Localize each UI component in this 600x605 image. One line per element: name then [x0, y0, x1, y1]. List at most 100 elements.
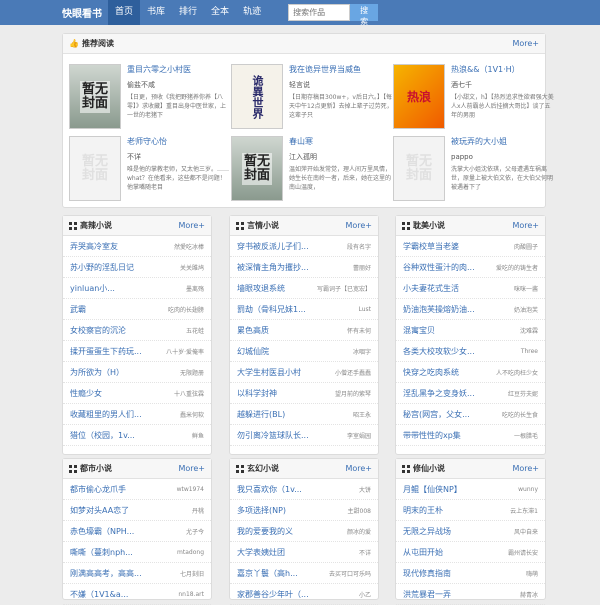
book-title-link[interactable]: 我在诡异世界当威鱼: [289, 64, 393, 76]
list-item: 我的爱要我的义 颜冰的爱: [230, 521, 378, 542]
book-link[interactable]: 嘶嘶（蔓刺nph...: [70, 547, 133, 558]
book-cover-image[interactable]: 诡異世界: [231, 64, 283, 129]
book-link[interactable]: 家郡善谷少年叶（...: [237, 589, 309, 600]
book-link[interactable]: 为所欲为（H）: [70, 367, 124, 378]
list-item: 我只喜欢你（1v... 大饼: [230, 479, 378, 500]
book-cover-image[interactable]: 热浪: [393, 64, 445, 129]
book-link[interactable]: 带带性性的xp集: [403, 430, 461, 441]
book-link[interactable]: 女校察官的沉沦: [70, 325, 126, 336]
book-link[interactable]: 谷种双性蛋汁的肉...: [403, 262, 475, 273]
book-link[interactable]: 武霸: [70, 304, 86, 315]
book-link[interactable]: 多项选择(NP): [237, 505, 286, 516]
book-link[interactable]: 我的爱要我的义: [237, 526, 293, 537]
search-button[interactable]: 搜 索: [350, 4, 379, 26]
book-link[interactable]: 累色高质: [237, 325, 269, 336]
book-link[interactable]: 现代修真指南: [403, 568, 451, 579]
book-title-link[interactable]: 被玩弄的大小姐: [451, 136, 555, 148]
book-title-link[interactable]: 老师守心怡: [127, 136, 231, 148]
book-link[interactable]: 无限之异战场: [403, 526, 451, 537]
list-item: 性瘾少女 十八重弦霖: [63, 383, 211, 404]
author-name: 墨离殇: [185, 285, 204, 293]
panel-more-link[interactable]: More+: [345, 464, 372, 473]
grid-icon: [69, 221, 77, 230]
book-link[interactable]: 奶油泡芙操熔奶油...: [403, 304, 475, 315]
book-link[interactable]: 我只喜欢你（1v...: [237, 484, 302, 495]
nav-complete[interactable]: 全本: [204, 0, 236, 25]
book-link[interactable]: 混寓宝贝: [403, 325, 435, 336]
book-description: 温如萍开始发常觉，理人间万里风情，她生长在南岭一者，后来，她在这里的南山温度，: [289, 166, 392, 191]
book-link[interactable]: 猎位（校园，1v...: [70, 430, 135, 441]
recommend-more-link[interactable]: More+: [512, 39, 539, 48]
recommend-item[interactable]: 暂无 封面 被玩弄的大小姐 pappo 洗掌大小姐沈依琪，父母遭遇车祸离世，原量上…: [393, 136, 553, 201]
list-item: 秘宫(网宫，父女... 吃吃的长生食: [396, 404, 545, 425]
list-item: 学霸校草当老婆 肉酸圆子: [396, 236, 545, 257]
book-link[interactable]: 穿书被反派儿子们...: [237, 241, 309, 252]
book-link[interactable]: 墙眼攻退系统: [237, 283, 285, 294]
author-name: 红豆芬夫妮: [507, 390, 538, 398]
list-item: 谷种双性蛋汁的肉... 爱吃的的铸生者: [396, 257, 545, 278]
book-link[interactable]: 洪荒暴君一弄: [403, 589, 451, 600]
book-link[interactable]: 收藏粗里的男人们...: [70, 409, 142, 420]
book-link[interactable]: 不嫌（1V1&a...: [70, 589, 128, 600]
book-cover-image[interactable]: 暂无 封面: [231, 136, 283, 201]
book-link[interactable]: 幻城仙院: [237, 346, 269, 357]
recommend-item[interactable]: 暂无 封面 春山寒 江入孤明 温如萍开始发常觉，理人间万里风情，她生长在南岭一者，…: [231, 136, 391, 201]
book-link[interactable]: 月鲲【仙侠NP】: [403, 484, 462, 495]
panel-more-link[interactable]: More+: [512, 464, 539, 473]
book-link[interactable]: 弄哭高冷室友: [70, 241, 118, 252]
recommend-item[interactable]: 暂无 封面 老师守心怡 不详 唯是他的掌教老师，又太他三岁。……what？在他看来…: [69, 136, 229, 201]
book-link[interactable]: 各类大校攻软少女...: [403, 346, 475, 357]
recommend-item[interactable]: 热浪 热浪&&（1V1·H） 酒七千 【小甜文，h】【热烈追求性欲君强大美人x人…: [393, 64, 555, 129]
list-item: 墙眼攻退系统 写霸词子【已宽宏】: [230, 278, 378, 299]
book-title-link[interactable]: 重目六零之小村医: [127, 64, 231, 76]
book-link[interactable]: 如梦对头AA恋了: [70, 505, 129, 516]
panel-more-link[interactable]: More+: [345, 221, 372, 230]
site-logo[interactable]: 快眼看书: [62, 5, 108, 20]
list-item: 现代修真指南 嗨萌: [396, 563, 545, 584]
list-item: 多项选择(NP) 主甜008: [230, 500, 378, 521]
book-link[interactable]: 都市偷心龙爪手: [70, 484, 126, 495]
search-input[interactable]: [288, 4, 351, 21]
book-link[interactable]: 罰劫（骨科兄妹1...: [237, 304, 306, 315]
book-title-link[interactable]: 春山寒: [289, 136, 393, 148]
list-item: 以科学封神 望月前的紫琴: [230, 383, 378, 404]
book-cover-image[interactable]: 暂无 封面: [393, 136, 445, 201]
book-link[interactable]: 嘉京丫鬟（高h...: [237, 568, 298, 579]
book-link[interactable]: 从屯田开始: [403, 547, 443, 558]
book-title-link[interactable]: 热浪&&（1V1·H）: [451, 64, 555, 76]
author-name: 不详: [358, 549, 371, 557]
book-link[interactable]: 赤色壕霸（NPH...: [70, 526, 134, 537]
author-name: 蠢米何软: [179, 411, 204, 419]
nav-library[interactable]: 书库: [140, 0, 172, 25]
book-link[interactable]: 勿引离冷篮球队长...: [237, 430, 309, 441]
panel-title: 修仙小说: [413, 464, 445, 473]
book-link[interactable]: 苏小野的淫乱日记: [70, 262, 134, 273]
panel-more-link[interactable]: More+: [178, 464, 205, 473]
book-link[interactable]: 以科学封神: [237, 388, 277, 399]
panel-more-link[interactable]: More+: [512, 221, 539, 230]
recommend-item[interactable]: 暂无 封面 重目六零之小村医 偷盐不咸 【日更，预收《我把野猪养你养【八零】》求收…: [69, 64, 229, 129]
book-link[interactable]: 秘宫(网宫，父女...: [403, 409, 470, 420]
nav-history[interactable]: 轨迹: [236, 0, 268, 25]
book-cover-image[interactable]: 暂无 封面: [69, 64, 121, 129]
book-link[interactable]: 性瘾少女: [70, 388, 102, 399]
book-link[interactable]: yinluan小...: [70, 283, 115, 294]
book-link[interactable]: 大学表姨灶团: [237, 547, 285, 558]
book-link[interactable]: 揉开蛋蛋生下药玩...: [70, 346, 142, 357]
book-link[interactable]: 快穿之吃肉系统: [403, 367, 459, 378]
book-link[interactable]: 刚满高高考，高高...: [70, 568, 142, 579]
book-link[interactable]: 明末的王朴: [403, 505, 443, 516]
panel-more-link[interactable]: More+: [178, 221, 205, 230]
recommend-item[interactable]: 诡異世界 我在诡异世界当威鱼 轻言说 【日期存稿目300w+，v后日六。】【每天…: [231, 64, 393, 129]
nav-home[interactable]: 首页: [108, 0, 141, 25]
book-link[interactable]: 越躲进行(BL): [237, 409, 285, 420]
list-item: 猎位（校园，1v... 鲜鱼: [63, 425, 211, 446]
book-link[interactable]: 淫乱黑争之变身妖...: [403, 388, 475, 399]
main-nav: 首页 书库 排行 全本 轨迹: [108, 0, 268, 25]
book-link[interactable]: 小夫妻花式生活: [403, 283, 459, 294]
nav-ranking[interactable]: 排行: [172, 0, 204, 25]
book-link[interactable]: 被深情主角为攫抄...: [237, 262, 309, 273]
book-link[interactable]: 学霸校草当老婆: [403, 241, 459, 252]
book-cover-image[interactable]: 暂无 封面: [69, 136, 121, 201]
book-link[interactable]: 大学生村医县小村: [237, 367, 301, 378]
